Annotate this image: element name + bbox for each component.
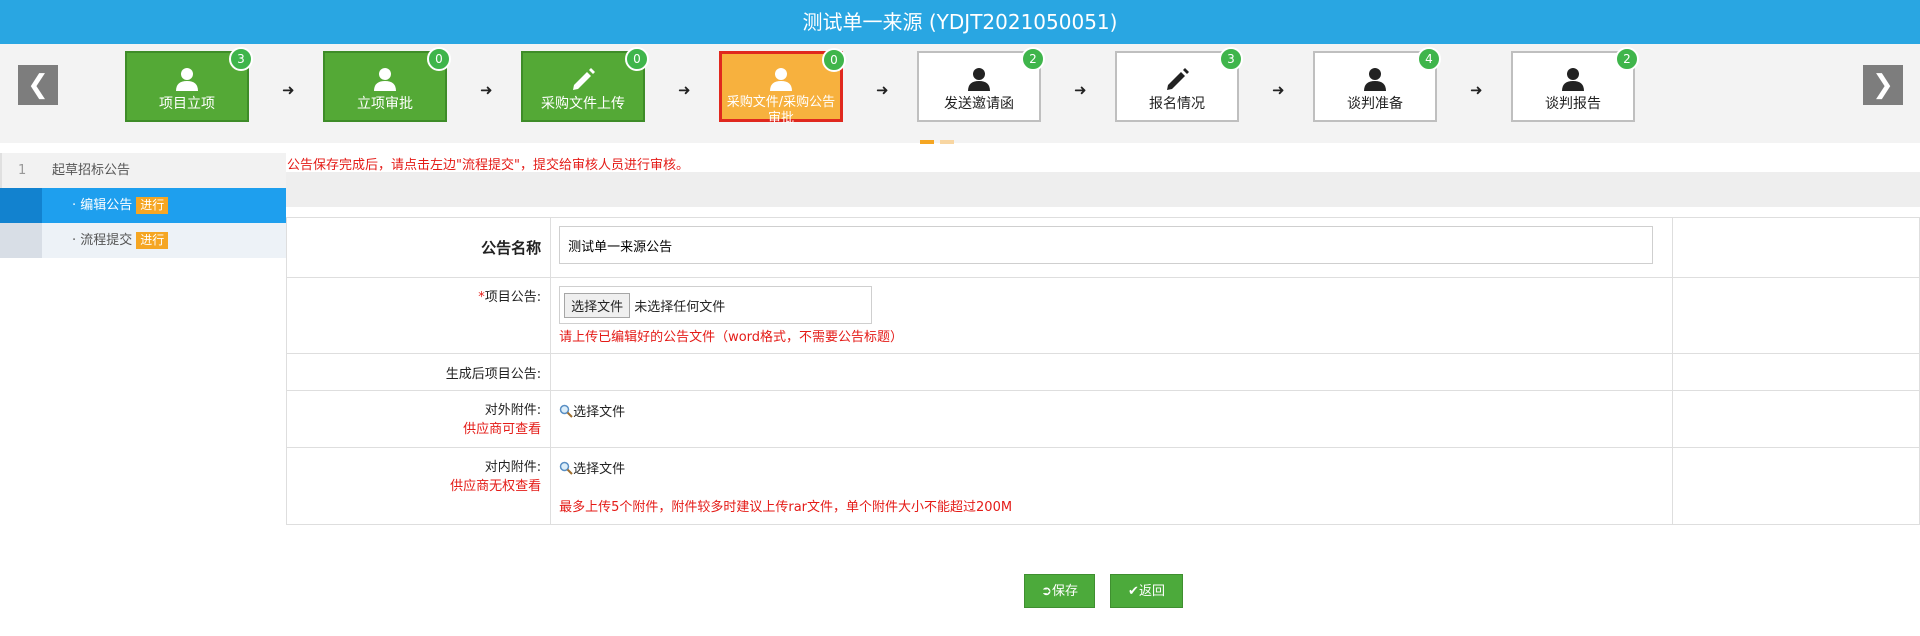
section-title: 起草招标公告 (52, 163, 131, 178)
step-label: 发送邀请函 (944, 96, 1014, 112)
step-count-badge: 0 (625, 47, 649, 71)
user-icon (1562, 68, 1584, 91)
user-icon (374, 68, 396, 91)
step-label: 报名情况 (1149, 96, 1205, 112)
step-label: 采购文件/采购公告审批 (726, 95, 836, 126)
user-icon (770, 68, 792, 91)
sidebar-item-edit-notice[interactable]: · 编辑公告 进行 (0, 188, 286, 223)
step-purchase-file-upload[interactable]: 0 采购文件上传 (521, 47, 649, 122)
form-row-project-notice: *项目公告: 选择文件 未选择任何文件 请上传已编辑好的公告文件（word格式，… (285, 277, 1920, 354)
workflow-steps: ❮ ❯ 3 项目立项 ➜ 0 立项审批 ➜ 0 采购文件上传 ➜ 0 采购文件/… (0, 44, 1920, 144)
sidebar-section-header: 1 起草招标公告 (0, 153, 286, 188)
external-attachments-label: 对外附件: (484, 403, 542, 418)
external-pick-file-button[interactable]: 选择文件 (559, 401, 625, 420)
generated-notice-value (550, 353, 1673, 391)
no-file-text: 未选择任何文件 (634, 300, 726, 315)
arrow-right-icon: ➜ (1074, 81, 1087, 99)
sidebar: 1 起草招标公告 · 编辑公告 进行 · 流程提交 进行 (0, 153, 286, 258)
attachment-limit-hint: 最多上传5个附件，附件较多时建议上传rar文件，单个附件大小不能超过200M (559, 500, 1013, 515)
status-badge: 进行 (136, 197, 169, 214)
sidebar-rail (0, 223, 42, 258)
step-negotiation-report[interactable]: 2 谈判报告 (1511, 47, 1639, 122)
magnifier-icon (559, 404, 573, 418)
save-label: 保存 (1051, 584, 1078, 599)
section-band (286, 172, 1920, 207)
arrow-right-icon: ➜ (282, 81, 295, 99)
check-icon: ✔ (1128, 584, 1139, 599)
sidebar-rail (0, 188, 42, 223)
generated-notice-label: 生成后项目公告: (285, 353, 552, 391)
user-icon (176, 68, 198, 91)
prev-arrow-button[interactable]: ❮ (18, 65, 58, 105)
arrow-right-icon: ➜ (1272, 81, 1285, 99)
form-row-generated: 生成后项目公告: (285, 353, 1920, 391)
status-badge: 进行 (136, 232, 169, 249)
arrow-right-icon: ➜ (1470, 81, 1483, 99)
arrow-right-icon: ➜ (678, 81, 691, 99)
sidebar-item-label: · 编辑公告 (72, 198, 133, 213)
step-count-badge: 3 (229, 47, 253, 71)
form-row-external-attachments: 对外附件: 供应商可查看 选择文件 (285, 390, 1920, 448)
step-project-approval[interactable]: 0 立项审批 (323, 47, 451, 122)
internal-attachments-note: 供应商无权查看 (450, 479, 542, 494)
internal-pick-file-button[interactable]: 选择文件 (559, 458, 625, 477)
notice-name-input[interactable] (559, 226, 1654, 264)
step-count-badge: 2 (1615, 47, 1639, 71)
project-notice-label: 项目公告: (484, 290, 542, 305)
form-row-name: 公告名称 (285, 217, 1920, 278)
save-button[interactable]: ➲保存 (1024, 574, 1095, 608)
choose-file-button[interactable]: 选择文件 (564, 293, 631, 318)
carousel-dot[interactable] (940, 140, 954, 144)
sidebar-item-label: · 流程提交 (72, 233, 133, 248)
form-row-internal-attachments: 对内附件: 供应商无权查看 选择文件 最多上传5个附件，附件较多时建议上传rar… (285, 447, 1920, 525)
step-count-badge: 3 (1219, 47, 1243, 71)
save-notice: 公告保存完成后，请点击左边"流程提交"，提交给审核人员进行审核。 (287, 158, 689, 173)
step-label: 谈判准备 (1347, 96, 1403, 112)
page-title: 测试单一来源 (YDJT2021050051) (0, 0, 1920, 44)
sidebar-item-process-submit[interactable]: · 流程提交 进行 (0, 223, 286, 258)
pencil-icon (573, 68, 595, 90)
step-count-badge: 0 (427, 47, 451, 71)
project-notice-hint: 请上传已编辑好的公告文件（word格式，不需要公告标题） (559, 330, 904, 345)
pencil-icon (1167, 68, 1189, 90)
step-registration[interactable]: 3 报名情况 (1115, 47, 1243, 122)
project-notice-file-input[interactable]: 选择文件 未选择任何文件 (559, 286, 873, 324)
step-label: 立项审批 (357, 96, 413, 112)
step-purchase-notice-approval[interactable]: 0 采购文件/采购公告审批 (719, 48, 846, 126)
arrow-right-icon: ➜ (480, 81, 493, 99)
notice-name-label: 公告名称 (285, 217, 552, 278)
magnifier-icon (559, 461, 573, 475)
arrow-right-icon: ➜ (876, 81, 889, 99)
back-label: 返回 (1138, 584, 1165, 599)
save-circle-icon: ➲ (1041, 584, 1052, 599)
notice-form: 公告名称 *项目公告: 选择文件 未选择任何文件 请上传已编辑好的公告文件（wo… (285, 217, 1920, 525)
external-attachments-note: 供应商可查看 (463, 422, 542, 437)
pick-file-label: 选择文件 (573, 405, 626, 420)
step-label: 采购文件上传 (541, 96, 625, 112)
section-number: 1 (18, 163, 27, 178)
carousel-dot[interactable] (920, 140, 934, 144)
step-send-invitation[interactable]: 2 发送邀请函 (917, 47, 1045, 122)
step-label: 谈判报告 (1545, 96, 1601, 112)
step-count-badge: 4 (1417, 47, 1441, 71)
internal-attachments-label: 对内附件: (484, 460, 542, 475)
pick-file-label: 选择文件 (573, 462, 626, 477)
step-label: 项目立项 (159, 96, 215, 112)
user-icon (1364, 68, 1386, 91)
carousel-dots (920, 133, 960, 148)
next-arrow-button[interactable]: ❯ (1863, 65, 1903, 105)
step-count-badge: 0 (822, 48, 846, 72)
step-project-setup[interactable]: 3 项目立项 (125, 47, 253, 122)
step-count-badge: 2 (1021, 47, 1045, 71)
back-button[interactable]: ✔返回 (1110, 574, 1183, 608)
user-icon (968, 68, 990, 91)
step-negotiation-prep[interactable]: 4 谈判准备 (1313, 47, 1441, 122)
